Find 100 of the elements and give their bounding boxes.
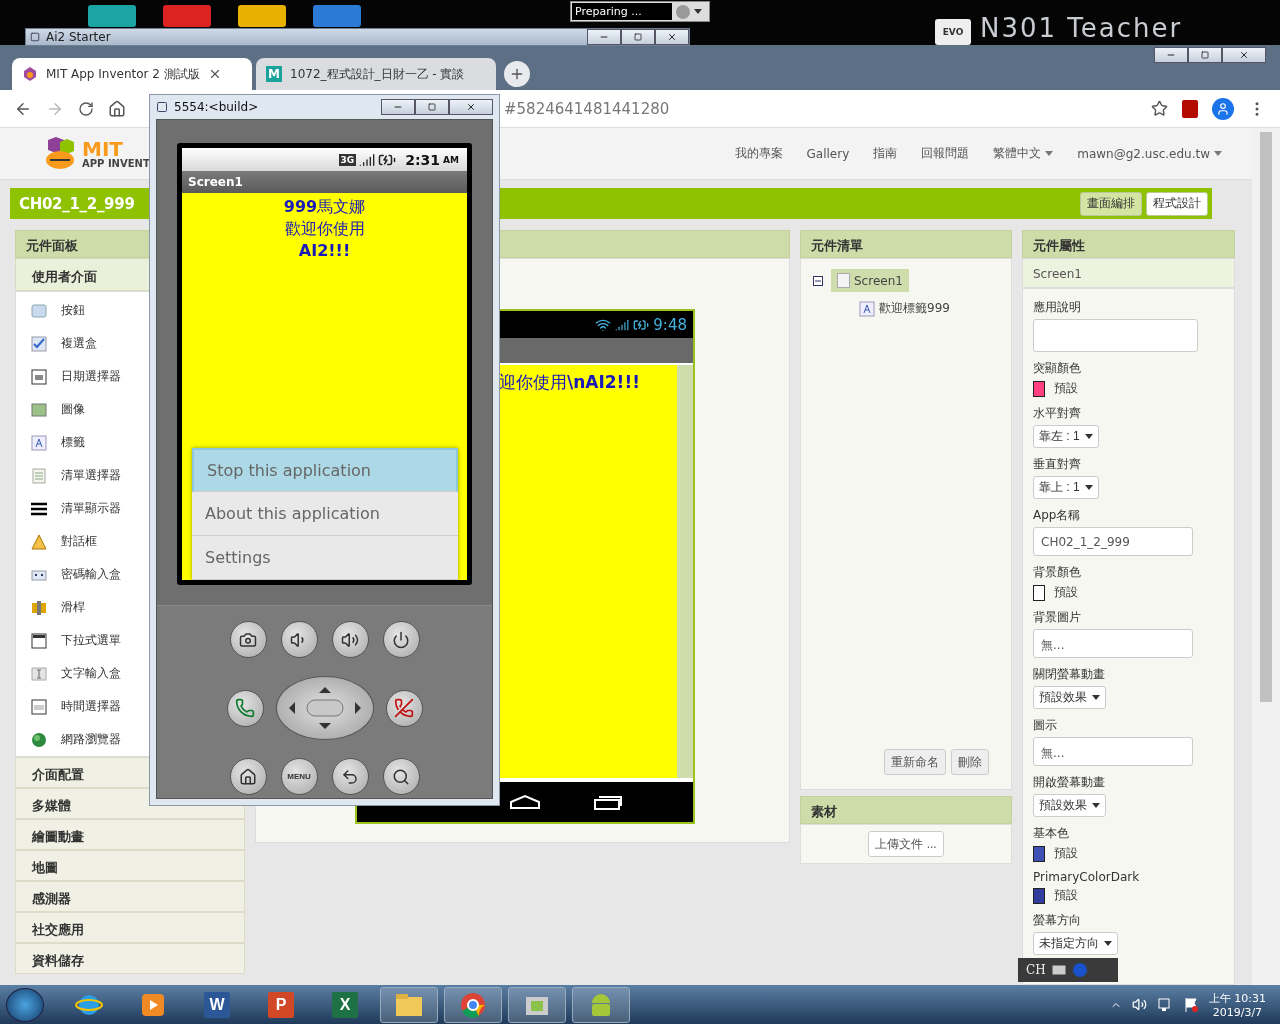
color-swatch[interactable] bbox=[1033, 845, 1045, 862]
nav-link[interactable]: 我的專案 bbox=[734, 145, 783, 162]
maximize-button[interactable] bbox=[415, 99, 449, 115]
desktop-label: N301 Teacher bbox=[980, 12, 1183, 44]
property-label: 背景圖片 bbox=[1033, 609, 1082, 626]
palette-item[interactable]: 圖像 bbox=[61, 401, 85, 418]
menu-item[interactable]: Stop this application bbox=[192, 448, 458, 492]
taskbar-app-button[interactable] bbox=[380, 986, 438, 1023]
flag-icon[interactable] bbox=[1182, 996, 1199, 1013]
power-button[interactable] bbox=[382, 621, 420, 658]
volume-icon[interactable] bbox=[1131, 997, 1147, 1012]
taskbar-app-button[interactable]: X bbox=[316, 986, 374, 1023]
volume-down-button[interactable] bbox=[280, 621, 318, 658]
end-call-icon bbox=[394, 698, 414, 718]
palette-item[interactable]: 清單顯示器 bbox=[61, 500, 121, 517]
signal-icon bbox=[359, 151, 376, 168]
palette-item[interactable]: 按鈕 bbox=[61, 302, 85, 319]
palette-item[interactable]: 滑桿 bbox=[61, 599, 85, 616]
palette-category[interactable]: 地圖 bbox=[15, 850, 245, 881]
new-tab-button[interactable] bbox=[504, 61, 530, 87]
taskbar-app-button[interactable] bbox=[508, 986, 566, 1023]
address-text[interactable]: #5824641481441280 bbox=[504, 99, 670, 118]
minimize-button[interactable] bbox=[587, 29, 621, 45]
browser-tab[interactable]: M 1072_程式設計_日財一乙 - 實談 bbox=[256, 58, 496, 90]
palette-category[interactable]: 繪圖動畫 bbox=[15, 819, 245, 850]
office-app-icon: P bbox=[268, 991, 294, 1018]
palette-item[interactable]: 對話框 bbox=[61, 533, 97, 550]
taskbar-app-button[interactable] bbox=[444, 986, 502, 1023]
minimize-button[interactable] bbox=[381, 99, 415, 115]
call-button[interactable] bbox=[226, 689, 264, 727]
upload-button[interactable]: 上傳文件 ... bbox=[868, 831, 944, 857]
view-toggle-button[interactable]: 程式設計 bbox=[1146, 191, 1208, 216]
palette-category[interactable]: 社交應用 bbox=[15, 912, 245, 943]
palette-item[interactable]: 下拉式選單 bbox=[61, 632, 121, 649]
start-button[interactable] bbox=[6, 987, 44, 1022]
palette-item[interactable]: 複選盒 bbox=[61, 335, 97, 352]
view-toggle-button[interactable]: 畫面編排 bbox=[1080, 191, 1142, 216]
property-dropdown[interactable]: 靠左 : 1 bbox=[1033, 425, 1099, 448]
maximize-button[interactable] bbox=[1188, 47, 1222, 63]
back-button[interactable] bbox=[331, 758, 369, 795]
color-swatch[interactable] bbox=[1033, 887, 1045, 904]
taskbar-app-button[interactable]: W bbox=[188, 986, 246, 1023]
cloud-app-icon[interactable]: EVO bbox=[935, 19, 971, 45]
text-field[interactable]: 無... bbox=[1033, 737, 1193, 766]
end-call-button[interactable] bbox=[385, 689, 423, 727]
office-app-icon: W bbox=[204, 991, 230, 1018]
bookmark-star-icon[interactable] bbox=[1151, 100, 1168, 117]
nav-link[interactable]: 指南 bbox=[873, 145, 898, 162]
property-dropdown[interactable]: 靠上 : 1 bbox=[1033, 476, 1099, 499]
property-dropdown[interactable]: 預設效果 bbox=[1033, 686, 1106, 709]
screen-title: Screen1 bbox=[182, 171, 467, 193]
network-icon[interactable] bbox=[1156, 996, 1173, 1013]
user-icon bbox=[1216, 101, 1230, 116]
tree-node[interactable]: Screen1 bbox=[831, 269, 909, 292]
text-field[interactable]: 無... bbox=[1033, 629, 1193, 658]
color-swatch[interactable] bbox=[1033, 584, 1045, 601]
nav-link[interactable]: 繁體中文 bbox=[993, 145, 1054, 162]
palette-item[interactable]: 時間選擇器 bbox=[61, 698, 121, 715]
component-action-button[interactable]: 重新命名 bbox=[883, 749, 946, 775]
menu-item[interactable]: About this application bbox=[192, 492, 458, 536]
camera-button[interactable] bbox=[229, 621, 267, 658]
collapse-icon[interactable] bbox=[813, 275, 823, 286]
nav-link[interactable]: 回報問題 bbox=[921, 145, 970, 162]
close-button[interactable] bbox=[1222, 47, 1266, 63]
browser-tab[interactable]: MIT App Inventor 2 測試版 bbox=[12, 58, 252, 90]
color-swatch[interactable] bbox=[1033, 380, 1045, 397]
component-action-button[interactable]: 刪除 bbox=[950, 749, 989, 775]
close-button[interactable] bbox=[449, 99, 493, 115]
text-field[interactable]: CH02_1_2_999 bbox=[1033, 527, 1193, 556]
palette-item[interactable]: 日期選擇器 bbox=[61, 368, 121, 385]
search-button[interactable] bbox=[382, 758, 420, 795]
volume-up-button[interactable] bbox=[331, 621, 369, 658]
taskbar-app-button[interactable]: P bbox=[252, 986, 310, 1023]
pdf-icon[interactable] bbox=[1182, 99, 1198, 118]
menu-button[interactable]: MENU bbox=[280, 758, 318, 795]
palette-category[interactable]: 資料儲存 bbox=[15, 943, 245, 974]
palette-item[interactable]: 文字輸入盒 bbox=[61, 665, 121, 682]
list-icon bbox=[31, 500, 47, 517]
scrollbar-thumb[interactable] bbox=[1260, 132, 1272, 702]
palette-item[interactable]: 密碼輸入盒 bbox=[61, 566, 121, 583]
palette-item[interactable]: 網路瀏覽器 bbox=[61, 731, 121, 748]
close-button[interactable] bbox=[655, 29, 689, 45]
palette-item[interactable]: 標籤 bbox=[61, 434, 85, 451]
property-dropdown[interactable]: 未指定方向 bbox=[1033, 932, 1118, 955]
minimize-button[interactable] bbox=[1154, 47, 1188, 63]
home-icon[interactable] bbox=[108, 99, 126, 118]
window-title: Ai2 Starter bbox=[46, 30, 111, 44]
home-button[interactable] bbox=[229, 758, 267, 795]
description-field[interactable] bbox=[1033, 319, 1198, 352]
taskbar-app-button[interactable] bbox=[572, 986, 630, 1023]
reload-icon[interactable] bbox=[78, 100, 94, 117]
property-dropdown[interactable]: 預設效果 bbox=[1033, 794, 1106, 817]
palette-item[interactable]: 清單選擇器 bbox=[61, 467, 121, 484]
palette-category[interactable]: 感測器 bbox=[15, 881, 245, 912]
menu-item[interactable]: Settings bbox=[192, 536, 458, 580]
profile-avatar[interactable] bbox=[1212, 97, 1234, 120]
tree-node[interactable]: 歡迎標籤999 bbox=[853, 296, 1011, 321]
nav-link[interactable]: Gallery bbox=[806, 146, 850, 161]
nav-link[interactable]: mawn@g2.usc.edu.tw bbox=[1077, 146, 1222, 161]
maximize-button[interactable] bbox=[621, 29, 655, 45]
